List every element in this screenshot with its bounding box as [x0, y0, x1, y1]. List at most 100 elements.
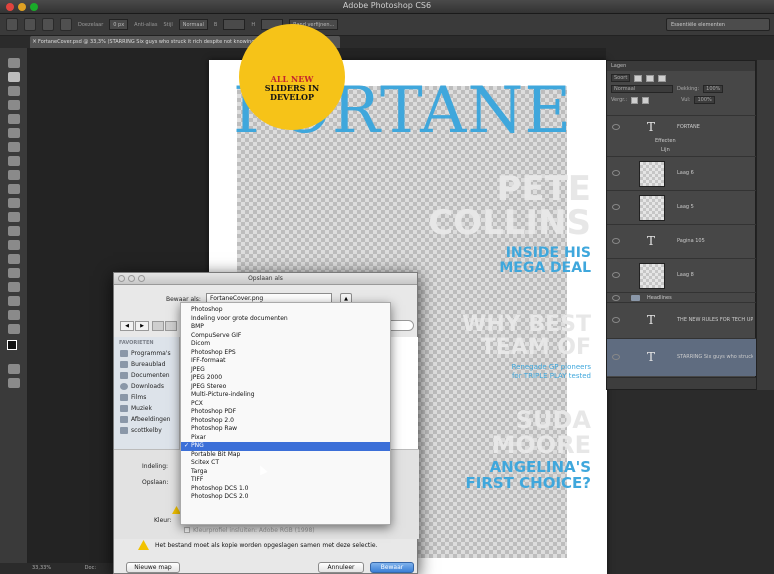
dialog-zoom-button[interactable] — [138, 275, 145, 282]
hand-tool-icon[interactable] — [8, 310, 20, 320]
layer-row[interactable]: T THE NEW RULES FOR TECH UPSTA... — [607, 302, 756, 338]
lock-pixels-icon[interactable] — [631, 96, 639, 104]
layer-row[interactable]: Laag 5 — [607, 190, 756, 224]
visibility-eye-icon[interactable] — [612, 272, 620, 278]
sidebar-item-desktop[interactable]: Bureaublad — [114, 359, 179, 370]
stamp-tool-icon[interactable] — [8, 170, 20, 180]
brush-tool-icon[interactable] — [8, 156, 20, 166]
icon-view-button[interactable] — [152, 321, 164, 331]
visibility-eye-icon[interactable] — [612, 317, 620, 323]
subtract-selection-button[interactable] — [60, 18, 72, 31]
gradient-tool-icon[interactable] — [8, 212, 20, 222]
visibility-eye-icon[interactable] — [612, 238, 620, 244]
back-button[interactable]: ◀ — [120, 321, 134, 331]
format-option[interactable]: JPEG 2000 — [181, 374, 390, 383]
format-option[interactable]: TIFF — [181, 476, 390, 485]
format-option[interactable]: Multi-Picture-indeling — [181, 391, 390, 400]
eyedropper-tool-icon[interactable] — [8, 128, 20, 138]
layer-group-row[interactable]: Headlines — [607, 292, 756, 302]
close-document-icon[interactable]: × — [32, 36, 37, 48]
dialog-minimize-button[interactable] — [128, 275, 135, 282]
new-folder-button[interactable]: Nieuwe map — [126, 562, 180, 573]
dodge-tool-icon[interactable] — [8, 240, 20, 250]
format-option[interactable]: Photoshop DCS 2.0 — [181, 493, 390, 502]
zoom-level[interactable]: 33,33% — [32, 565, 51, 571]
layer-row[interactable]: Laag 8 — [607, 258, 756, 292]
workspace-select[interactable]: Essentiële elementen — [666, 18, 770, 31]
filter-adjust-icon[interactable] — [646, 74, 655, 82]
path-select-tool-icon[interactable] — [8, 282, 20, 292]
format-option[interactable]: Photoshop — [181, 306, 390, 315]
blend-mode-select[interactable]: Normaal — [611, 85, 673, 93]
sidebar-item-home[interactable]: scottkelby — [114, 425, 179, 436]
healing-tool-icon[interactable] — [8, 142, 20, 152]
layer-effect-row[interactable]: Lijn — [607, 146, 756, 155]
visibility-eye-icon[interactable] — [612, 295, 620, 301]
format-option[interactable]: Targa — [181, 468, 390, 477]
embed-icc-checkbox[interactable]: Kleurprofiel insluiten: Adobe RGB (1998) — [184, 527, 315, 534]
history-brush-tool-icon[interactable] — [8, 184, 20, 194]
sidebar-item-pictures[interactable]: Afbeeldingen — [114, 414, 179, 425]
sidebar-item-programs[interactable]: Programma's — [114, 348, 179, 359]
format-option[interactable]: JPEG Stereo — [181, 383, 390, 392]
blur-tool-icon[interactable] — [8, 226, 20, 236]
type-tool-icon[interactable] — [8, 268, 20, 278]
format-option[interactable]: Pixar — [181, 434, 390, 443]
format-option[interactable]: Photoshop 2.0 — [181, 417, 390, 426]
sidebar-item-movies[interactable]: Films — [114, 392, 179, 403]
format-option[interactable]: IFF-formaat — [181, 357, 390, 366]
format-option[interactable]: Photoshop Raw — [181, 425, 390, 434]
move-tool-icon[interactable] — [8, 58, 20, 68]
filter-type-icon[interactable] — [658, 74, 667, 82]
screen-mode-icon[interactable] — [8, 378, 20, 388]
add-selection-button[interactable] — [42, 18, 54, 31]
format-option[interactable]: BMP — [181, 323, 390, 332]
format-option[interactable]: Scitex CT — [181, 459, 390, 468]
format-option[interactable]: Portable Bit Map — [181, 451, 390, 460]
opacity-input[interactable]: 100% — [703, 85, 724, 93]
zoom-tool-icon[interactable] — [8, 324, 20, 334]
visibility-eye-icon[interactable] — [612, 354, 620, 360]
layers-tab[interactable]: Lagen — [607, 61, 755, 71]
lock-position-icon[interactable] — [642, 96, 650, 104]
quick-select-tool-icon[interactable] — [8, 100, 20, 110]
layer-row[interactable]: Laag 6 — [607, 156, 756, 190]
width-input[interactable] — [223, 19, 246, 30]
format-option[interactable]: Photoshop DCS 1.0 — [181, 485, 390, 494]
format-option[interactable]: CompuServe GIF — [181, 332, 390, 341]
format-option[interactable]: JPEG — [181, 366, 390, 375]
cancel-button[interactable]: Annuleer — [318, 562, 364, 573]
foreground-color-swatch[interactable] — [7, 340, 17, 350]
sidebar-item-documents[interactable]: Documenten — [114, 370, 179, 381]
fill-input[interactable]: 100% — [694, 96, 715, 104]
shape-tool-icon[interactable] — [8, 296, 20, 306]
anti-alias-checkbox[interactable]: Anti-alias — [134, 22, 157, 28]
layer-row[interactable]: T FORTANE — [607, 115, 756, 137]
format-option[interactable]: Indeling voor grote documenten — [181, 315, 390, 324]
visibility-eye-icon[interactable] — [612, 204, 620, 210]
tool-preset-button[interactable] — [6, 18, 18, 31]
format-option[interactable]: PCX — [181, 400, 390, 409]
save-button[interactable]: Bewaar — [370, 562, 414, 573]
sidebar-item-downloads[interactable]: Downloads — [114, 381, 179, 392]
style-select[interactable]: Normaal — [178, 19, 208, 30]
eraser-tool-icon[interactable] — [8, 198, 20, 208]
pen-tool-icon[interactable] — [8, 254, 20, 264]
lasso-tool-icon[interactable] — [8, 86, 20, 96]
format-option[interactable]: Dicom — [181, 340, 390, 349]
list-view-button[interactable] — [165, 321, 177, 331]
new-selection-button[interactable] — [24, 18, 36, 31]
format-option[interactable]: Photoshop PDF — [181, 408, 390, 417]
forward-button[interactable]: ▶ — [135, 321, 149, 331]
format-option-selected[interactable]: ✓ PNG — [181, 442, 390, 451]
feather-input[interactable]: 0 px — [109, 19, 129, 30]
layer-effect-row[interactable]: Effecten — [607, 137, 756, 146]
layer-filter-select[interactable]: Soort — [611, 74, 631, 82]
quick-mask-icon[interactable] — [8, 364, 20, 374]
dialog-close-button[interactable] — [118, 275, 125, 282]
format-option[interactable]: Photoshop EPS — [181, 349, 390, 358]
layer-row[interactable]: T Pagina 105 — [607, 224, 756, 258]
crop-tool-icon[interactable] — [8, 114, 20, 124]
visibility-eye-icon[interactable] — [612, 124, 620, 130]
layer-row-selected[interactable]: T STARRING Six guys who struck it r... — [607, 338, 756, 376]
